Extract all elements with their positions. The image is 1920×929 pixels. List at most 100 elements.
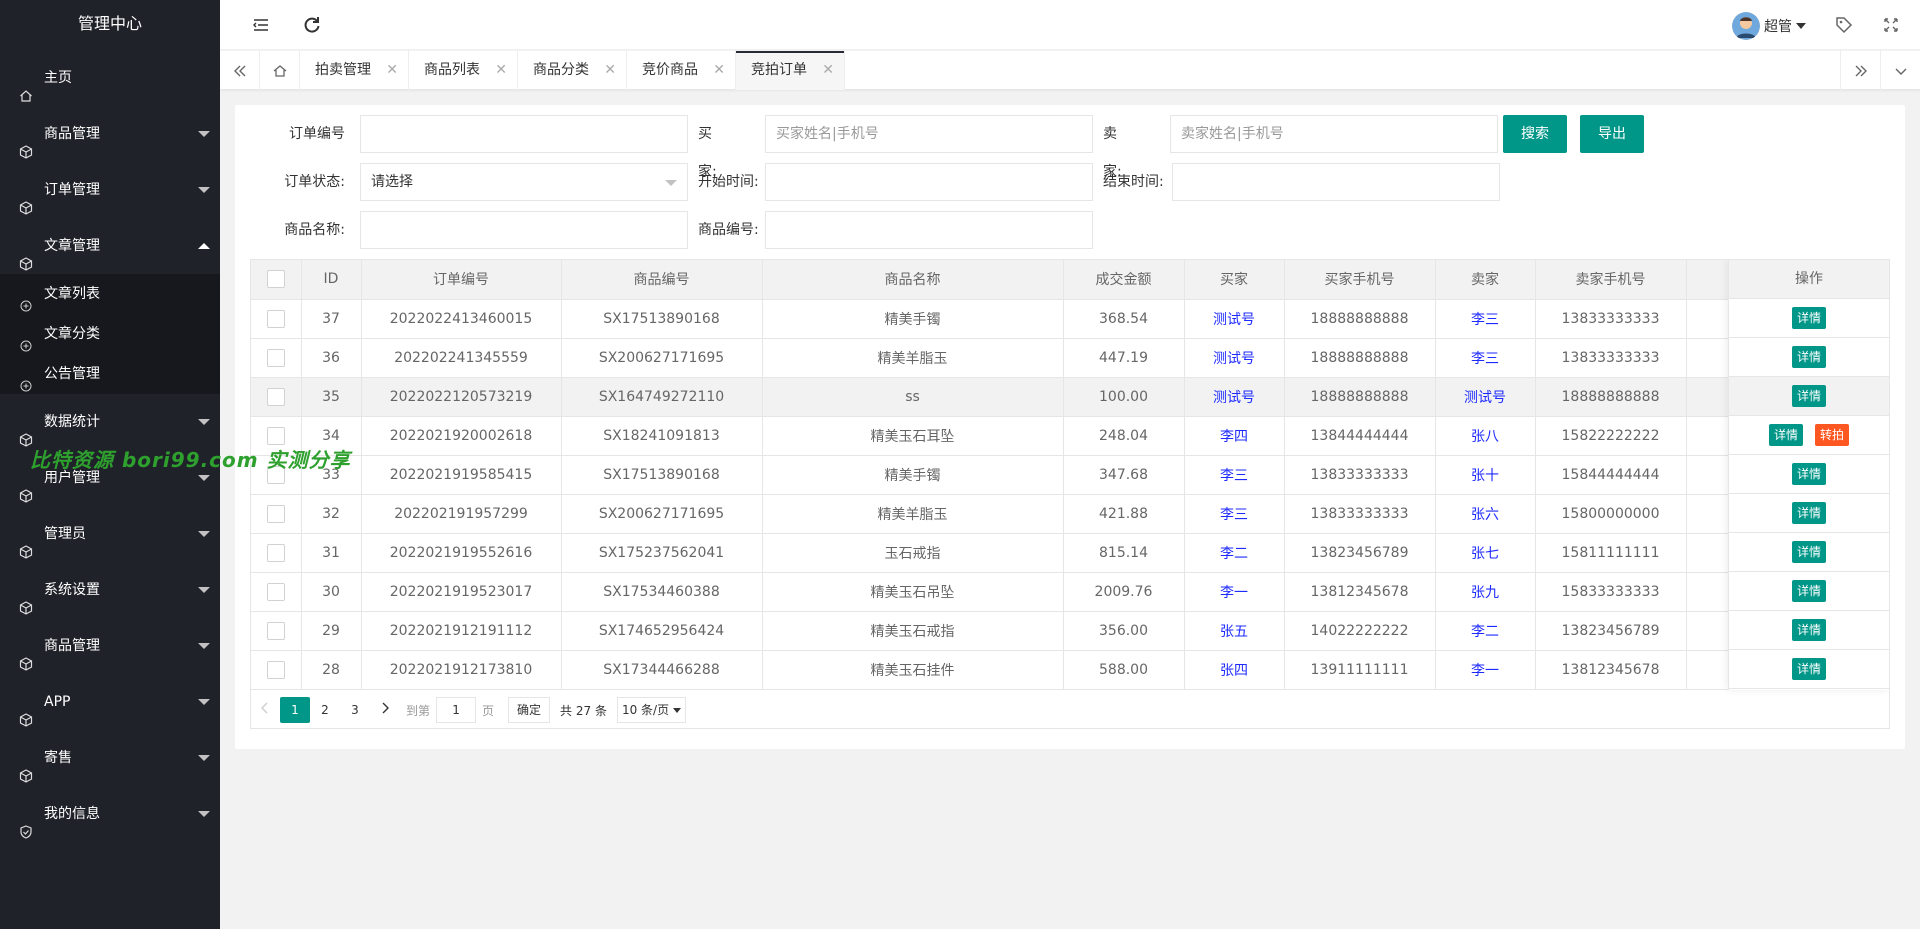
- row-checkbox-cell[interactable]: [251, 533, 302, 573]
- row-checkbox-cell[interactable]: [251, 650, 302, 690]
- buyer-link[interactable]: 测试号: [1213, 390, 1255, 406]
- tabs-scroll-left-icon[interactable]: [220, 51, 260, 90]
- detail-button[interactable]: 详情: [1791, 307, 1826, 329]
- close-icon[interactable]: ✕: [386, 51, 398, 90]
- export-button[interactable]: 导出: [1580, 115, 1644, 153]
- row-checkbox-cell[interactable]: [251, 338, 302, 378]
- detail-button[interactable]: 详情: [1768, 424, 1803, 446]
- sidebar-subitem[interactable]: 文章分类: [0, 314, 220, 354]
- seller-link[interactable]: 张九: [1471, 585, 1499, 601]
- tab[interactable]: 拍卖管理 ✕: [300, 51, 409, 90]
- tab-home-icon[interactable]: [260, 51, 300, 90]
- tabs-menu-chevron-icon[interactable]: [1880, 51, 1920, 90]
- detail-button[interactable]: 详情: [1791, 385, 1826, 407]
- sidebar-item[interactable]: 订单管理: [0, 162, 220, 218]
- row-checkbox[interactable]: [266, 387, 285, 406]
- row-checkbox-cell[interactable]: [251, 377, 302, 417]
- row-checkbox[interactable]: [266, 426, 285, 445]
- sidebar-subitem[interactable]: 公告管理: [0, 354, 220, 394]
- row-checkbox[interactable]: [266, 309, 285, 328]
- row-checkbox[interactable]: [266, 660, 285, 679]
- search-button[interactable]: 搜索: [1503, 115, 1567, 153]
- tab[interactable]: 商品分类 ✕: [518, 51, 627, 90]
- start-time-input[interactable]: [765, 163, 1093, 201]
- buyer-link[interactable]: 李三: [1220, 507, 1248, 523]
- row-checkbox-cell[interactable]: [251, 611, 302, 651]
- seller-link[interactable]: 张六: [1471, 507, 1499, 523]
- status-select[interactable]: 请选择: [360, 163, 688, 201]
- detail-button[interactable]: 详情: [1791, 502, 1826, 524]
- goods-name-input[interactable]: [360, 211, 688, 249]
- seller-link[interactable]: 李二: [1471, 624, 1499, 640]
- buyer-link[interactable]: 张五: [1220, 624, 1248, 640]
- buyer-link[interactable]: 张四: [1220, 663, 1248, 679]
- goto-confirm-button[interactable]: 确定: [508, 697, 551, 723]
- next-page-icon[interactable]: [370, 697, 400, 723]
- sidebar-item[interactable]: 系统设置: [0, 562, 220, 618]
- buyer-link[interactable]: 李二: [1220, 546, 1248, 562]
- tab[interactable]: 竞拍订单 ✕: [736, 51, 845, 90]
- row-checkbox[interactable]: [266, 621, 285, 640]
- select-all-checkbox-cell[interactable]: [251, 260, 302, 300]
- row-checkbox[interactable]: [266, 348, 285, 367]
- tabs-scroll-right-icon[interactable]: [1840, 51, 1880, 90]
- row-checkbox[interactable]: [266, 582, 285, 601]
- select-all-checkbox[interactable]: [266, 270, 285, 289]
- detail-button[interactable]: 详情: [1791, 658, 1826, 680]
- row-checkbox-cell[interactable]: [251, 572, 302, 612]
- detail-button[interactable]: 详情: [1791, 619, 1826, 641]
- detail-button[interactable]: 详情: [1791, 580, 1826, 602]
- tag-icon[interactable]: [1832, 13, 1856, 37]
- user-menu[interactable]: 超管: [1732, 12, 1806, 40]
- seller-link[interactable]: 李一: [1471, 663, 1499, 679]
- tab[interactable]: 商品列表 ✕: [409, 51, 518, 90]
- page-number[interactable]: 2: [310, 697, 340, 723]
- end-time-input[interactable]: [1172, 163, 1500, 201]
- row-checkbox-cell[interactable]: [251, 299, 302, 339]
- order-no-input[interactable]: [360, 115, 688, 153]
- row-checkbox-cell[interactable]: [251, 494, 302, 534]
- buyer-link[interactable]: 测试号: [1213, 312, 1255, 328]
- sidebar-subitem[interactable]: 文章列表: [0, 274, 220, 314]
- page-number[interactable]: 1: [280, 697, 310, 723]
- collapse-menu-icon[interactable]: [249, 13, 273, 37]
- buyer-link[interactable]: 测试号: [1213, 351, 1255, 367]
- goods-no-input[interactable]: [765, 211, 1093, 249]
- sidebar-item[interactable]: APP: [0, 674, 220, 730]
- seller-link[interactable]: 测试号: [1464, 390, 1506, 406]
- sidebar-item[interactable]: 商品管理: [0, 618, 220, 674]
- tab[interactable]: 竞价商品 ✕: [627, 51, 736, 90]
- seller-link[interactable]: 李三: [1471, 351, 1499, 367]
- row-checkbox[interactable]: [266, 504, 285, 523]
- prev-page-icon[interactable]: [250, 697, 280, 723]
- sidebar-item[interactable]: 我的信息: [0, 786, 220, 842]
- sidebar-item[interactable]: 寄售: [0, 730, 220, 786]
- per-page-select[interactable]: 10 条/页: [616, 697, 687, 723]
- sidebar-item[interactable]: 商品管理: [0, 106, 220, 162]
- reauction-button[interactable]: 转拍: [1815, 424, 1850, 446]
- seller-input[interactable]: [1170, 115, 1498, 153]
- buyer-input[interactable]: [765, 115, 1093, 153]
- sidebar-item[interactable]: 数据统计: [0, 394, 220, 450]
- buyer-link[interactable]: 李一: [1220, 585, 1248, 601]
- detail-button[interactable]: 详情: [1791, 541, 1826, 563]
- seller-link[interactable]: 张十: [1471, 468, 1499, 484]
- close-icon[interactable]: ✕: [495, 51, 507, 90]
- sidebar-item[interactable]: 文章管理: [0, 218, 220, 274]
- seller-link[interactable]: 李三: [1471, 312, 1499, 328]
- seller-link[interactable]: 张七: [1471, 546, 1499, 562]
- refresh-icon[interactable]: [300, 13, 324, 37]
- sidebar-item[interactable]: 主页: [0, 50, 220, 106]
- goto-page-input[interactable]: 1: [436, 697, 477, 723]
- seller-link[interactable]: 张八: [1471, 429, 1499, 445]
- buyer-link[interactable]: 李四: [1220, 429, 1248, 445]
- close-icon[interactable]: ✕: [604, 51, 616, 90]
- close-icon[interactable]: ✕: [822, 51, 834, 90]
- sidebar-item[interactable]: 管理员: [0, 506, 220, 562]
- detail-button[interactable]: 详情: [1791, 346, 1826, 368]
- detail-button[interactable]: 详情: [1791, 463, 1826, 485]
- page-number[interactable]: 3: [340, 697, 370, 723]
- fullscreen-icon[interactable]: [1879, 13, 1903, 37]
- row-checkbox[interactable]: [266, 543, 285, 562]
- close-icon[interactable]: ✕: [713, 51, 725, 90]
